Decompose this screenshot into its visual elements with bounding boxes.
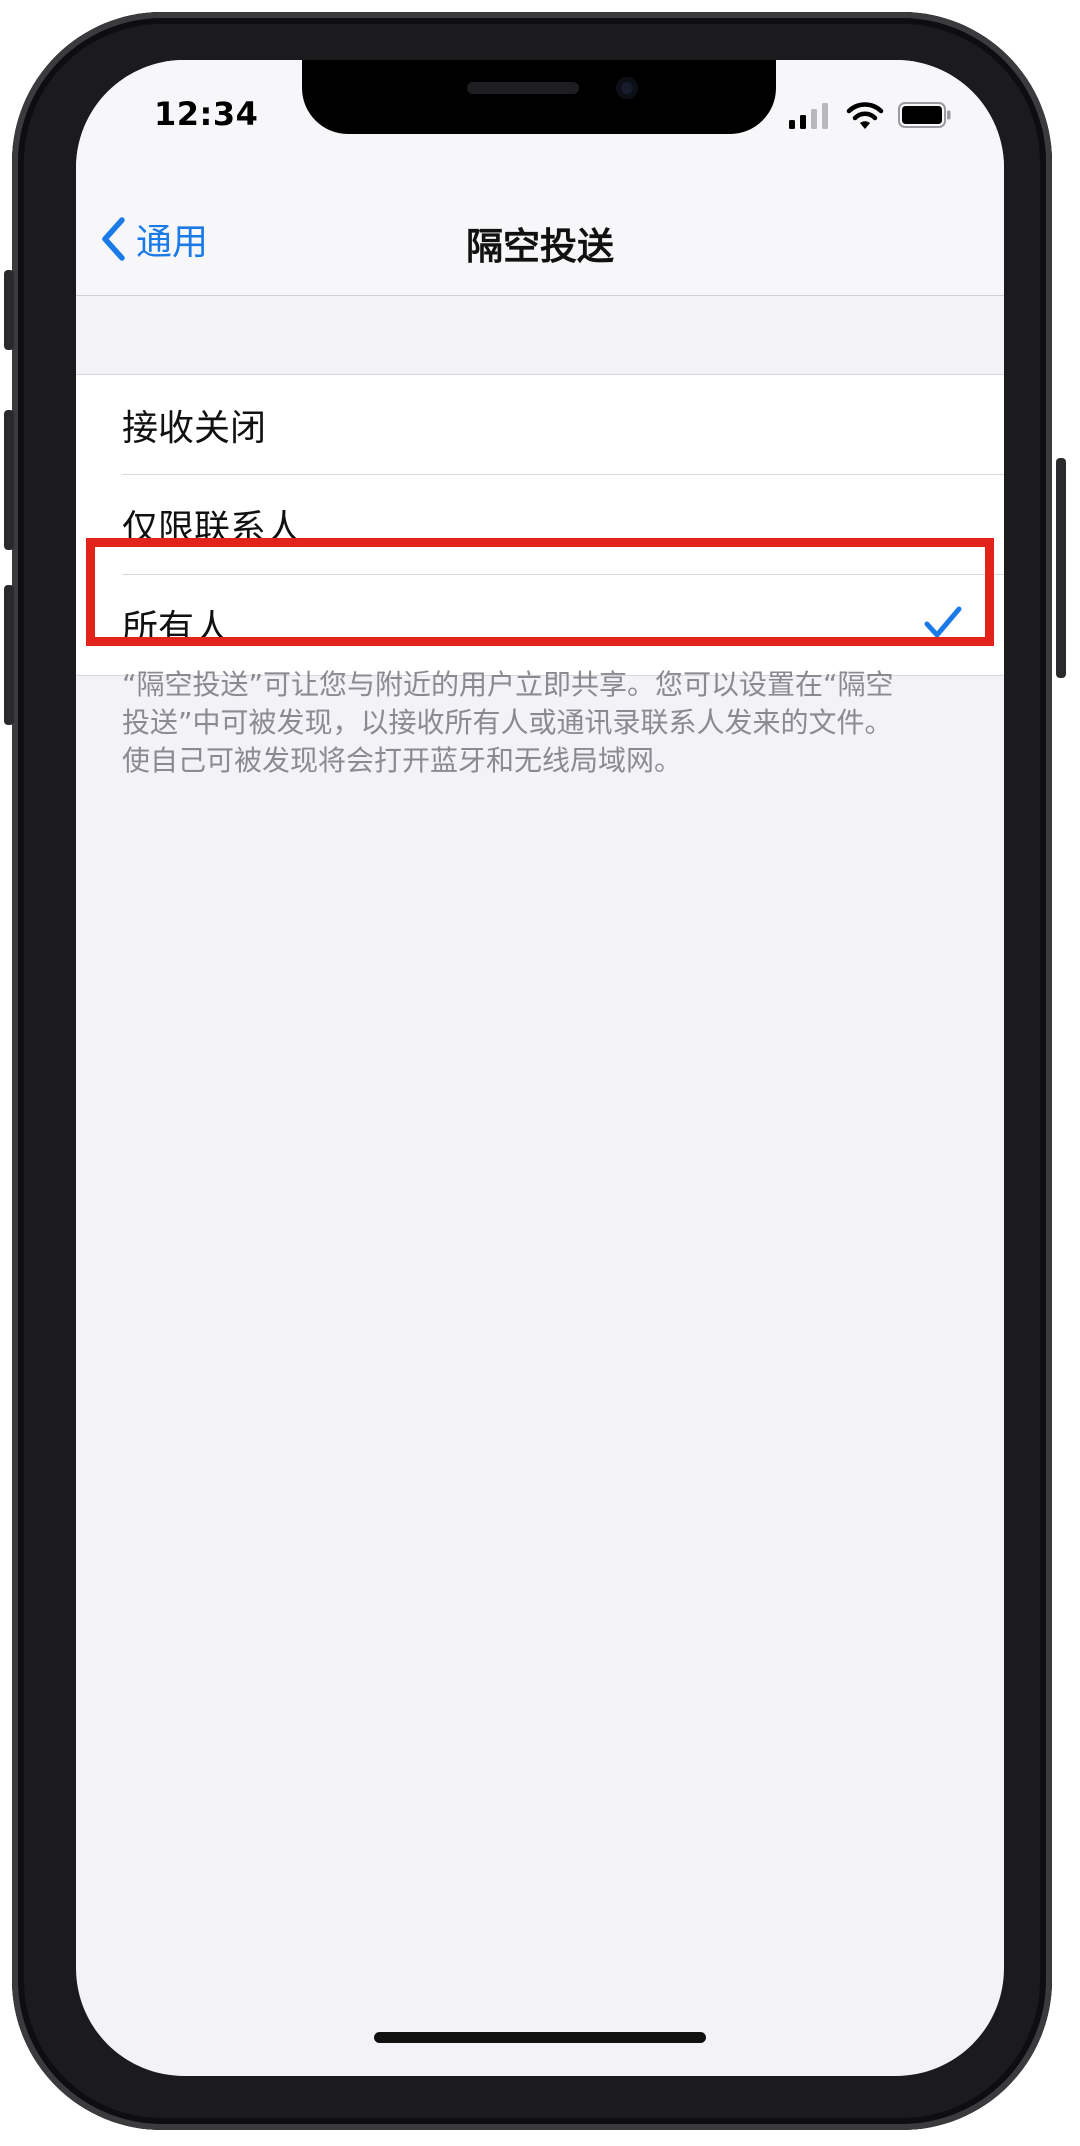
airdrop-description: “隔空投送”可让您与附近的用户立即共享。您可以设置在“隔空 投送”中可被发现，以…: [122, 668, 894, 777]
volume-up-button: [4, 410, 14, 550]
highlight-box: [86, 538, 994, 646]
volume-down-button: [4, 585, 14, 725]
mute-switch: [4, 270, 14, 350]
earpiece-speaker: [467, 82, 579, 94]
option-label: 接收关闭: [122, 408, 267, 449]
option-receiving-off[interactable]: 接收关闭: [76, 375, 1004, 475]
cellular-signal-icon: [789, 103, 828, 129]
page-title: 隔空投送: [466, 225, 614, 268]
status-time: 12:34: [154, 95, 259, 133]
home-indicator[interactable]: [374, 2032, 706, 2043]
screen: 12:34 通用 隔空投送 接收关闭 仅限联系人 所有人 “隔空投送”可让您与附…: [76, 60, 1004, 2076]
navigation-bar: 通用 隔空投送: [76, 180, 1004, 296]
front-camera: [616, 77, 638, 99]
battery-icon: [898, 102, 951, 128]
wifi-icon: [846, 102, 884, 129]
notch: [302, 60, 776, 134]
power-button: [1056, 458, 1066, 678]
